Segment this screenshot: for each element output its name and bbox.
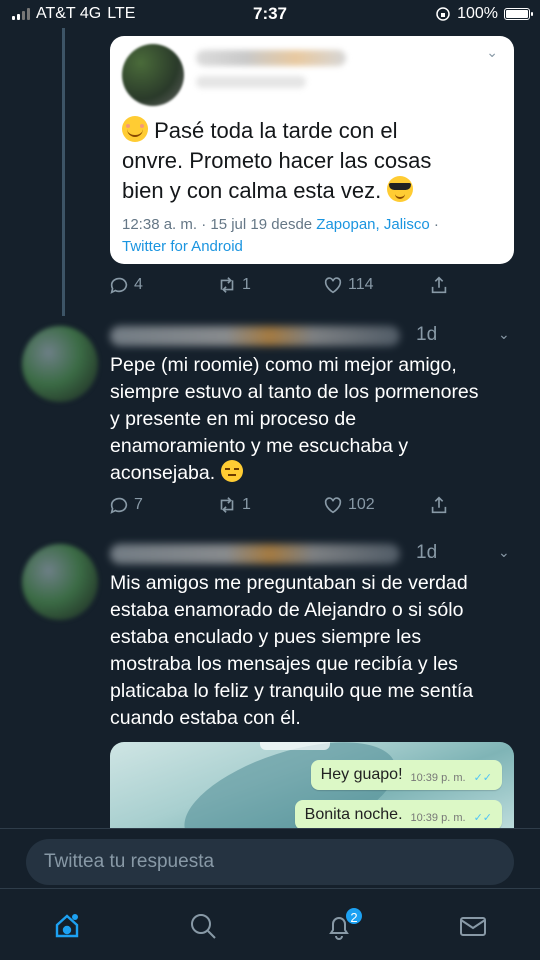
tweet-text-line: enamoramiento y me escuchaba y: [110, 435, 409, 457]
meta-separator: ·: [429, 216, 439, 233]
double-check-icon: ✓✓: [473, 772, 492, 784]
quoted-tweet-card[interactable]: ⌄ Pasé toda la tarde con el onvre. Prome…: [110, 36, 514, 264]
share-icon: [431, 276, 447, 294]
quoted-tweet-meta: 12:38 a. m. · 15 jul 19 desde Zapopan, J…: [122, 214, 508, 258]
tweet-text-line: platicaba lo feliz y tranquilo que me se…: [110, 680, 474, 702]
like-count: 114: [348, 276, 374, 293]
quoted-author-name-blurred: [196, 50, 346, 66]
reply-bar: Twittea tu respuesta: [0, 828, 540, 888]
tab-search[interactable]: [188, 911, 222, 945]
avatar[interactable]: [22, 544, 98, 620]
tab-bar: [0, 888, 540, 960]
tweet-timestamp: 1d: [416, 324, 438, 345]
tweet-actions: 7 1 102: [108, 494, 468, 522]
reply-icon: [110, 497, 128, 514]
pensive-face-emoji-icon: [220, 460, 243, 482]
author-name-blurred: [110, 544, 400, 564]
tweet-text: Pepe (mi roomie) como mi mejor amigo, si…: [110, 352, 514, 487]
retweet-count: 1: [242, 496, 251, 513]
tweet-text-line: Mis amigos me preguntaban si de verdad: [110, 572, 468, 594]
mail-icon: [460, 917, 486, 936]
battery-icon: [504, 8, 533, 20]
tab-messages[interactable]: [458, 911, 492, 945]
share-button[interactable]: [428, 274, 450, 296]
tweet-text-line: Pepe (mi roomie) como mi mejor amigo,: [110, 354, 457, 376]
avatar[interactable]: [22, 326, 98, 402]
heart-icon: [324, 277, 342, 294]
retweet-button[interactable]: 1: [216, 274, 251, 296]
chat-bubble-time: 10:39 p. m.: [410, 812, 466, 824]
quoted-timestamp: 12:38 a. m. · 15 jul 19 desde: [122, 216, 317, 233]
battery-fill: [506, 10, 528, 18]
quoted-text-line: onvre. Prometo hacer las cosas: [122, 148, 432, 173]
home-icon: [55, 914, 79, 938]
chat-bubble-text: Hey guapo!: [320, 766, 403, 783]
tweet-text-line: siempre estuvo al tanto de los pormenore…: [110, 381, 479, 403]
chat-bubble: Hey guapo! 10:39 p. m. ✓✓: [310, 760, 502, 790]
chevron-down-icon[interactable]: ⌄: [486, 44, 498, 61]
chat-bubble-text: Bonita noche.: [304, 806, 403, 823]
double-check-icon: ✓✓: [473, 812, 492, 824]
location-link[interactable]: Zapopan, Jalisco: [316, 216, 429, 233]
retweet-icon: [220, 497, 234, 513]
like-button[interactable]: 102: [322, 494, 375, 516]
attached-image[interactable]: Hey guapo! 10:39 p. m. ✓✓ Bonita noche. …: [110, 742, 514, 828]
sunglasses-emoji-icon: [387, 176, 414, 202]
notifications-badge: 2: [344, 906, 364, 926]
tweet-text-line: y presente en mi proceso de: [110, 408, 357, 430]
chat-bubble: Bonita noche. 10:39 p. m. ✓✓: [294, 800, 502, 828]
tweet-text-line: estaba enculado y pues siempre les: [110, 626, 422, 648]
share-icon: [431, 496, 447, 514]
reply-icon: [110, 277, 128, 294]
heart-icon: [324, 497, 342, 514]
retweet-icon: [220, 277, 234, 293]
chat-bubble-time: 10:39 p. m.: [410, 772, 466, 784]
orientation-lock-icon: [436, 7, 450, 21]
quoted-tweet-text: Pasé toda la tarde con el onvre. Prometo…: [122, 116, 508, 206]
quoted-text-line: bien y con calma esta vez.: [122, 178, 382, 203]
status-right: 100%: [435, 5, 533, 23]
search-icon: [191, 914, 216, 939]
battery-percent: 100%: [457, 5, 498, 22]
reply-count: 4: [134, 276, 143, 293]
chevron-down-icon[interactable]: ⌄: [498, 326, 510, 343]
reply-input[interactable]: Twittea tu respuesta: [26, 839, 514, 885]
smiling-face-emoji-icon: [122, 116, 148, 142]
like-count: 102: [348, 496, 375, 513]
tweet-text-line: estaba enamorado de Alejandro o si sólo: [110, 599, 464, 621]
retweet-count: 1: [242, 276, 251, 293]
tweet-text-line: mostraba los mensajes que recibía y les: [110, 653, 458, 675]
reply-button[interactable]: 7: [108, 494, 143, 516]
quoted-avatar[interactable]: [122, 44, 184, 106]
retweet-button[interactable]: 1: [216, 494, 251, 516]
quoted-text-line: Pasé toda la tarde con el: [154, 118, 398, 143]
reply-button[interactable]: 4: [108, 274, 143, 296]
tab-home[interactable]: [52, 911, 86, 945]
chevron-down-icon[interactable]: ⌄: [498, 544, 510, 561]
share-button[interactable]: [428, 494, 450, 516]
tweet-text: Mis amigos me preguntaban si de verdad e…: [110, 570, 514, 732]
image-date-stamp: [260, 742, 330, 750]
quoted-author-handle-blurred: [196, 76, 306, 88]
tweet-text-line: cuando estaba con él.: [110, 707, 301, 729]
client-link[interactable]: Twitter for Android: [122, 238, 243, 255]
author-name-blurred: [110, 326, 400, 346]
tweet-text-line: aconsejaba.: [110, 462, 216, 484]
like-button[interactable]: 114: [322, 274, 374, 296]
status-bar: AT&T 4G LTE 7:37 100%: [0, 0, 540, 28]
tweet-timestamp: 1d: [416, 542, 438, 563]
reply-count: 7: [134, 496, 143, 513]
thread-line: [62, 28, 65, 316]
tweet-actions: 4 1 114: [108, 274, 468, 302]
